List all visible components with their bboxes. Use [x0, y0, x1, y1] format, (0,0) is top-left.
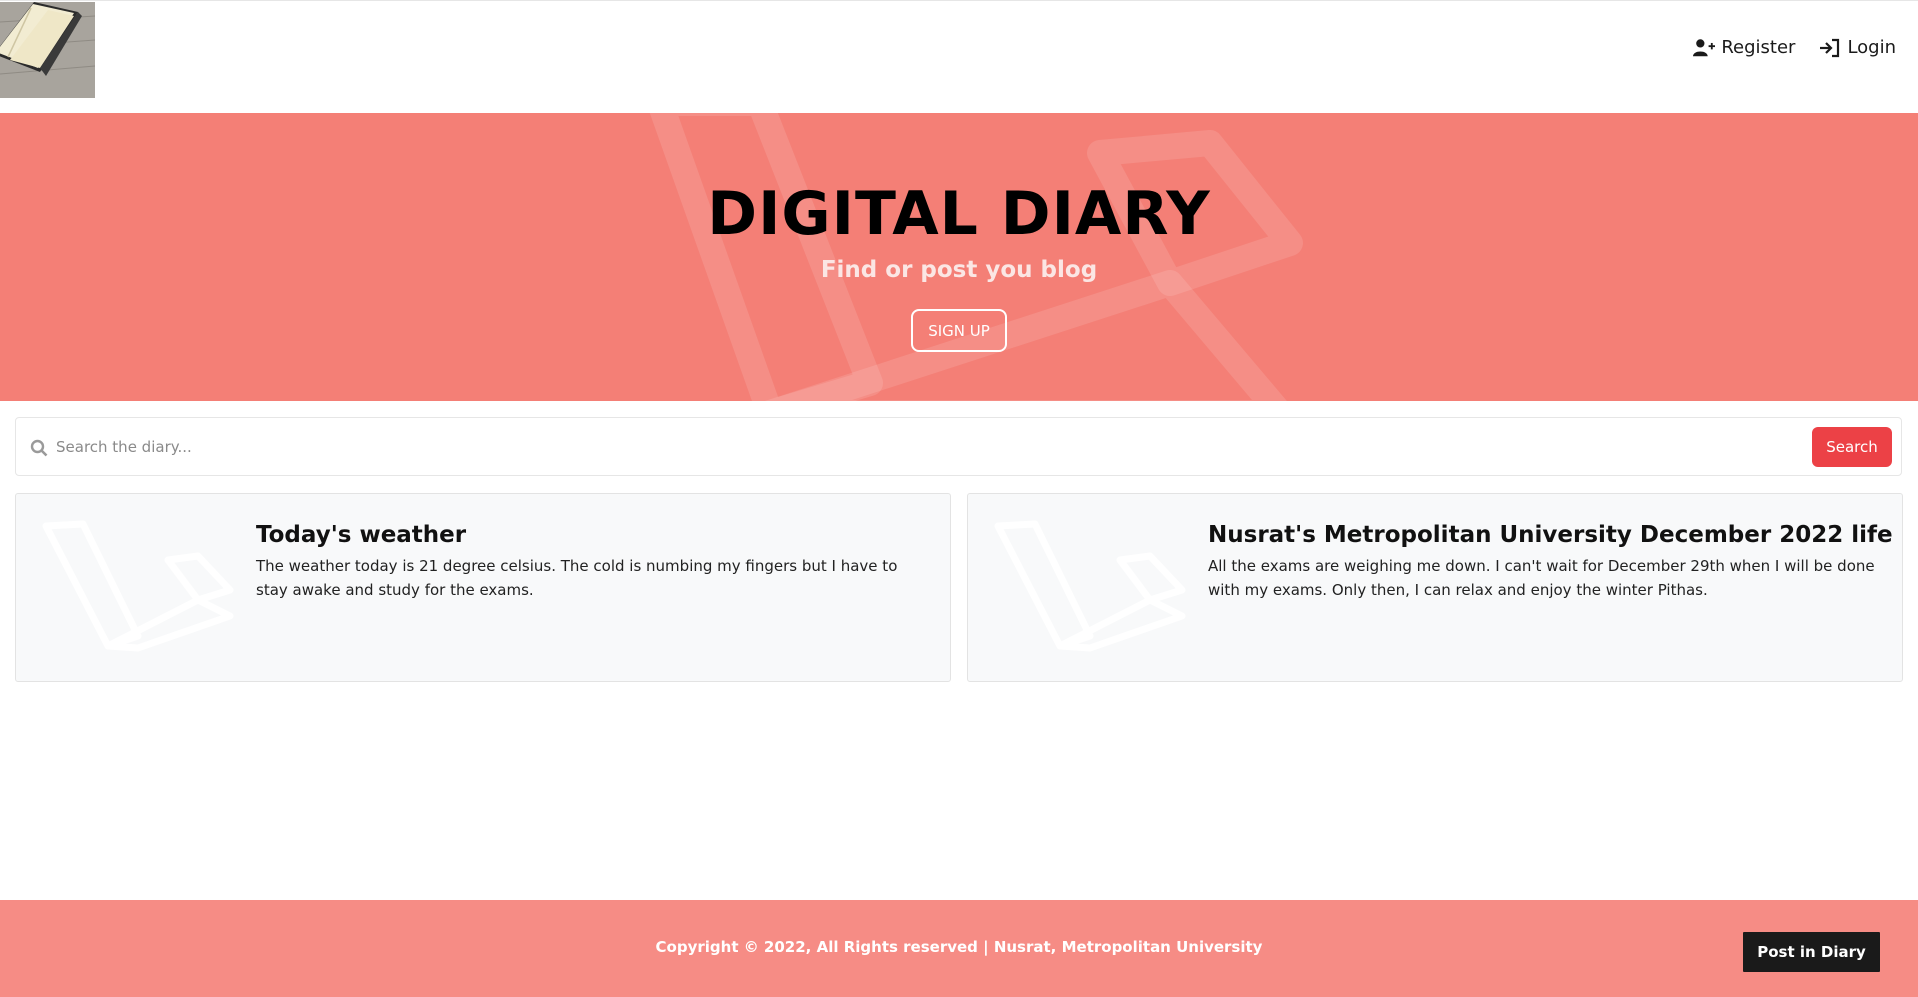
navbar: Register Login — [0, 0, 1918, 113]
site-logo[interactable] — [0, 2, 95, 98]
nav-links: Register Login — [1693, 37, 1896, 58]
register-label: Register — [1721, 37, 1796, 58]
search-input[interactable] — [56, 430, 1816, 464]
diary-card[interactable]: Today's weather The weather today is 21 … — [15, 493, 951, 682]
search-button[interactable]: Search — [1812, 427, 1892, 467]
search-icon — [30, 439, 48, 457]
notebook-photo-icon — [0, 2, 95, 98]
hero-banner: DIGITAL DIARY Find or post you blog SIGN… — [0, 113, 1918, 401]
search-bar: Search — [15, 417, 1902, 476]
card-body: All the exams are weighing me down. I ca… — [1208, 557, 1875, 599]
login-label: Login — [1847, 37, 1896, 58]
laravel-logo-icon — [994, 520, 1186, 652]
post-in-diary-button[interactable]: Post in Diary — [1743, 932, 1880, 972]
diary-card[interactable]: Nusrat's Metropolitan University Decembe… — [967, 493, 1903, 682]
footer: Copyright © 2022, All Rights reserved | … — [0, 900, 1918, 997]
copyright-text: Copyright © 2022, All Rights reserved | … — [655, 938, 1263, 956]
hero-subtitle: Find or post you blog — [820, 257, 1098, 283]
user-plus-icon — [1693, 38, 1716, 56]
card-title: Today's weather — [256, 522, 467, 548]
hero-title: DIGITAL DIARY — [707, 179, 1211, 249]
register-link[interactable]: Register — [1693, 37, 1795, 58]
sign-in-icon — [1820, 38, 1840, 57]
card-title: Nusrat's Metropolitan University Decembe… — [1208, 522, 1893, 548]
login-link[interactable]: Login — [1819, 37, 1896, 58]
card-body: The weather today is 21 degree celsius. … — [256, 557, 898, 599]
page: Register Login DIGITAL DIARY Find or pos… — [0, 0, 1918, 997]
sign-up-button[interactable]: SIGN UP — [911, 309, 1007, 352]
laravel-logo-icon — [42, 520, 234, 652]
